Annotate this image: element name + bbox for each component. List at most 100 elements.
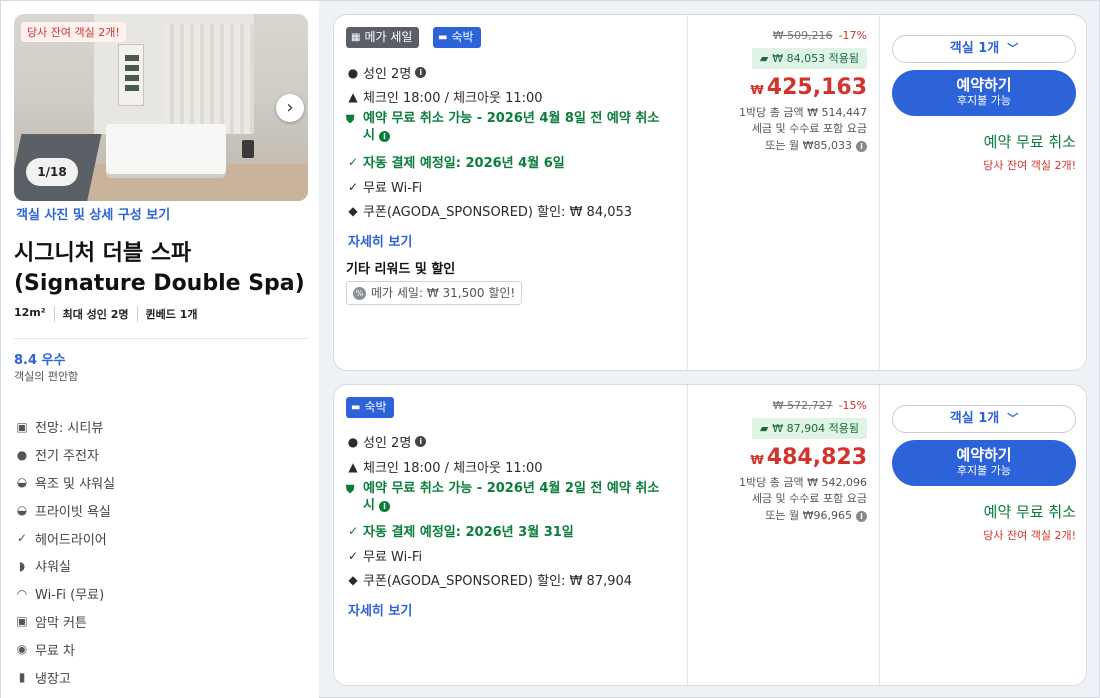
price-per-night: 1박당 총 금액 ₩ 514,447 xyxy=(739,106,867,119)
info-icon[interactable]: i xyxy=(415,436,427,447)
rooms-left-note: 당사 잔여 객실 2개! xyxy=(983,159,1076,172)
checkin-line: ▲ 체크인 18:00 / 체크아웃 11:00 xyxy=(346,457,542,477)
person-icon: ● xyxy=(347,65,359,80)
chevron-right-icon: › xyxy=(286,97,294,118)
amenity-item: ▮ 냉장고 xyxy=(15,663,115,691)
bed-type: 퀸베드 1개 xyxy=(136,306,206,322)
checkin-line: ▲ 체크인 18:00 / 체크아웃 11:00 xyxy=(346,87,542,107)
offer-price-column: ₩ 509,216 -17% ▰ ₩ 84,053 적용됨 ₩425,163 1박당… xyxy=(687,15,879,370)
amenity-list: ▣ 전망: 시티뷰 ● 전기 주전자 ◒ 욕조 및 샤워실 ◒ 프라이빗 욕실 ✓ 헤어드… xyxy=(15,413,115,691)
info-icon[interactable]: i xyxy=(378,131,390,142)
original-price: ₩ 509,216 -17% xyxy=(772,29,867,42)
curtain-icon: ▣ xyxy=(16,614,28,629)
coupon-applied-badge: ▰ ₩ 87,904 적용됨 xyxy=(751,418,867,439)
offer-book-column: 객실 1개 ﹀ 예약하기 후지불 가능 예약 무료 취소 당사 잔여 객실 2개! xyxy=(879,385,1088,685)
bathtub-icon: ◒ xyxy=(16,503,28,518)
monthly-price: 또는 월 ₩96,965 i xyxy=(765,508,867,524)
tag-icon: ◆ xyxy=(348,203,358,218)
shield-check-icon: ⛊ xyxy=(346,483,355,496)
wifi-icon: ◠ xyxy=(16,586,28,601)
divider xyxy=(14,338,308,339)
price-per-night: 1박당 총 금액 ₩ 542,096 xyxy=(739,476,867,489)
offer-info-column: ▬ 숙박 ● 성인 2명 i ▲ 체크인 18:00 / 체크아웃 11:00 ⛊ 예약 … xyxy=(334,385,687,685)
amenity-item: ▣ 암막 커튼 xyxy=(16,614,87,631)
info-icon[interactable]: i xyxy=(856,141,867,152)
price-tax-note: 세금 및 수수료 포함 요금 xyxy=(751,492,867,505)
room-photo[interactable]: 당사 잔여 객실 2개! 1/18 › xyxy=(14,14,308,201)
calendar-icon: ▦ xyxy=(351,32,361,43)
auto-pay-line: ✓ 자동 결제 예정일: 2026년 3월 31일 xyxy=(347,523,574,541)
room-score-label: 객실의 편안함 xyxy=(14,370,79,383)
bed-icon: ▬ xyxy=(438,32,448,43)
room-count-select[interactable]: 객실 1개 ﹀ xyxy=(892,35,1076,63)
free-cancel-info: ⛊ 예약 무료 취소 가능 - 2026년 4월 2일 전 예약 취소 시i xyxy=(346,481,660,513)
details-link[interactable]: 자세히 보기 xyxy=(348,231,412,250)
coupon-line: ◆ 쿠폰(AGODA_SPONSORED) 할인: ₩ 87,904 xyxy=(346,570,632,590)
reward-chip: % 메가 세일: ₩ 31,500 할인! xyxy=(346,281,523,305)
room-title: 시그니처 더블 스파 (Signature Double Spa) xyxy=(14,241,305,296)
amenity-item: ● 전기 주전자 xyxy=(16,447,99,465)
photo-bed xyxy=(106,124,226,174)
photo-wall-art xyxy=(118,44,144,106)
offer-price-column: ₩ 572,727 -15% ▰ ₩ 87,904 적용됨 ₩484,823 1박당… xyxy=(687,385,879,685)
book-button[interactable]: 예약하기 후지불 가능 xyxy=(892,440,1076,486)
photo-lamp xyxy=(242,140,254,158)
photo-curtain xyxy=(164,24,254,134)
final-price: ₩425,163 xyxy=(750,75,867,100)
view-photos-link[interactable]: 객실 사진 및 상세 구성 보기 xyxy=(16,204,170,223)
stay-tag: ▬ 숙박 xyxy=(433,27,481,48)
final-price: ₩484,823 xyxy=(750,445,867,470)
offer-card: ▬ 숙박 ● 성인 2명 i ▲ 체크인 18:00 / 체크아웃 11:00 ⛊ 예약 … xyxy=(333,384,1087,686)
room-info-panel: 당사 잔여 객실 2개! 1/18 › 객실 사진 및 상세 구성 보기 시그니… xyxy=(1,1,319,698)
check-icon: ✓ xyxy=(347,154,359,169)
coupon-line: ◆ 쿠폰(AGODA_SPONSORED) 할인: ₩ 84,053 xyxy=(346,201,632,221)
mega-sale-tag: ▦ 메가 세일 xyxy=(346,27,420,48)
room-offer-section: 당사 잔여 객실 2개! 1/18 › 객실 사진 및 상세 구성 보기 시그니… xyxy=(0,0,1100,698)
offer-book-column: 객실 1개 ﹀ 예약하기 후지불 가능 예약 무료 취소 당사 잔여 객실 2개! xyxy=(879,15,1088,370)
coupon-applied-badge: ▰ ₩ 84,053 적용됨 xyxy=(751,48,867,69)
price-tax-note: 세금 및 수수료 포함 요금 xyxy=(751,122,867,135)
wifi-line: ✓ 무료 Wi-Fi xyxy=(347,179,423,197)
room-count-select[interactable]: 객실 1개 ﹀ xyxy=(892,405,1076,433)
view-icon: ▣ xyxy=(16,419,28,434)
book-button[interactable]: 예약하기 후지불 가능 xyxy=(892,70,1076,116)
sale-icon: % xyxy=(353,286,366,300)
info-icon[interactable]: i xyxy=(415,67,427,78)
room-specs: 12m² 최대 성인 2명 퀸베드 1개 xyxy=(14,306,205,322)
monthly-price: 또는 월 ₩85,033 i xyxy=(765,138,867,154)
adults-line: ● 성인 2명 i xyxy=(346,63,427,82)
person-icon: ● xyxy=(347,434,359,449)
wifi-line: ✓ 무료 Wi-Fi xyxy=(347,548,423,566)
rooms-left-badge: 당사 잔여 객실 2개! xyxy=(21,22,126,42)
room-size: 12m² xyxy=(14,306,46,319)
amenity-item: ✓ 헤어드라이어 xyxy=(16,531,107,548)
free-cancel-label: 예약 무료 취소 xyxy=(983,503,1076,521)
offer-card: ▦ 메가 세일 ▬ 숙박 ● 성인 2명 i ▲ 체크인 18:00 / 체크아웃 11:… xyxy=(333,14,1087,371)
check-icon: ✓ xyxy=(347,179,359,194)
bathtub-icon: ◒ xyxy=(16,475,28,490)
next-photo-button[interactable]: › xyxy=(276,94,304,122)
shower-icon: ◗ xyxy=(18,558,26,573)
tea-icon: ◉ xyxy=(16,642,28,657)
check-icon: ✓ xyxy=(16,531,28,546)
rooms-left-note: 당사 잔여 객실 2개! xyxy=(983,529,1076,542)
stay-tag: ▬ 숙박 xyxy=(346,397,394,418)
free-cancel-info: ⛊ 예약 무료 취소 가능 - 2026년 4월 8일 전 예약 취소 시i xyxy=(346,111,660,143)
ticket-icon: ▰ xyxy=(759,422,769,435)
room-score: 8.4 우수 xyxy=(14,353,66,368)
amenity-item: ◗ 샤워실 xyxy=(15,552,115,580)
check-icon: ✓ xyxy=(347,523,359,538)
auto-pay-line: ✓ 자동 결제 예정일: 2026년 4월 6일 xyxy=(347,154,565,172)
original-price: ₩ 572,727 -15% xyxy=(772,399,867,412)
free-cancel-label: 예약 무료 취소 xyxy=(983,133,1076,151)
amenity-item: ◠ Wi-Fi (무료) xyxy=(16,586,105,604)
chevron-down-icon: ﹀ xyxy=(1007,42,1019,55)
amenity-item: ◉ 무료 차 xyxy=(16,642,76,659)
details-link[interactable]: 자세히 보기 xyxy=(348,600,412,619)
info-icon[interactable]: i xyxy=(378,501,390,512)
bellhop-icon: ▲ xyxy=(348,459,358,474)
tag-icon: ◆ xyxy=(348,572,358,587)
max-occupancy: 최대 성인 2명 xyxy=(53,306,137,322)
amenity-item: ◒ 프라이빗 욕실 xyxy=(16,503,111,520)
info-icon[interactable]: i xyxy=(856,511,867,522)
